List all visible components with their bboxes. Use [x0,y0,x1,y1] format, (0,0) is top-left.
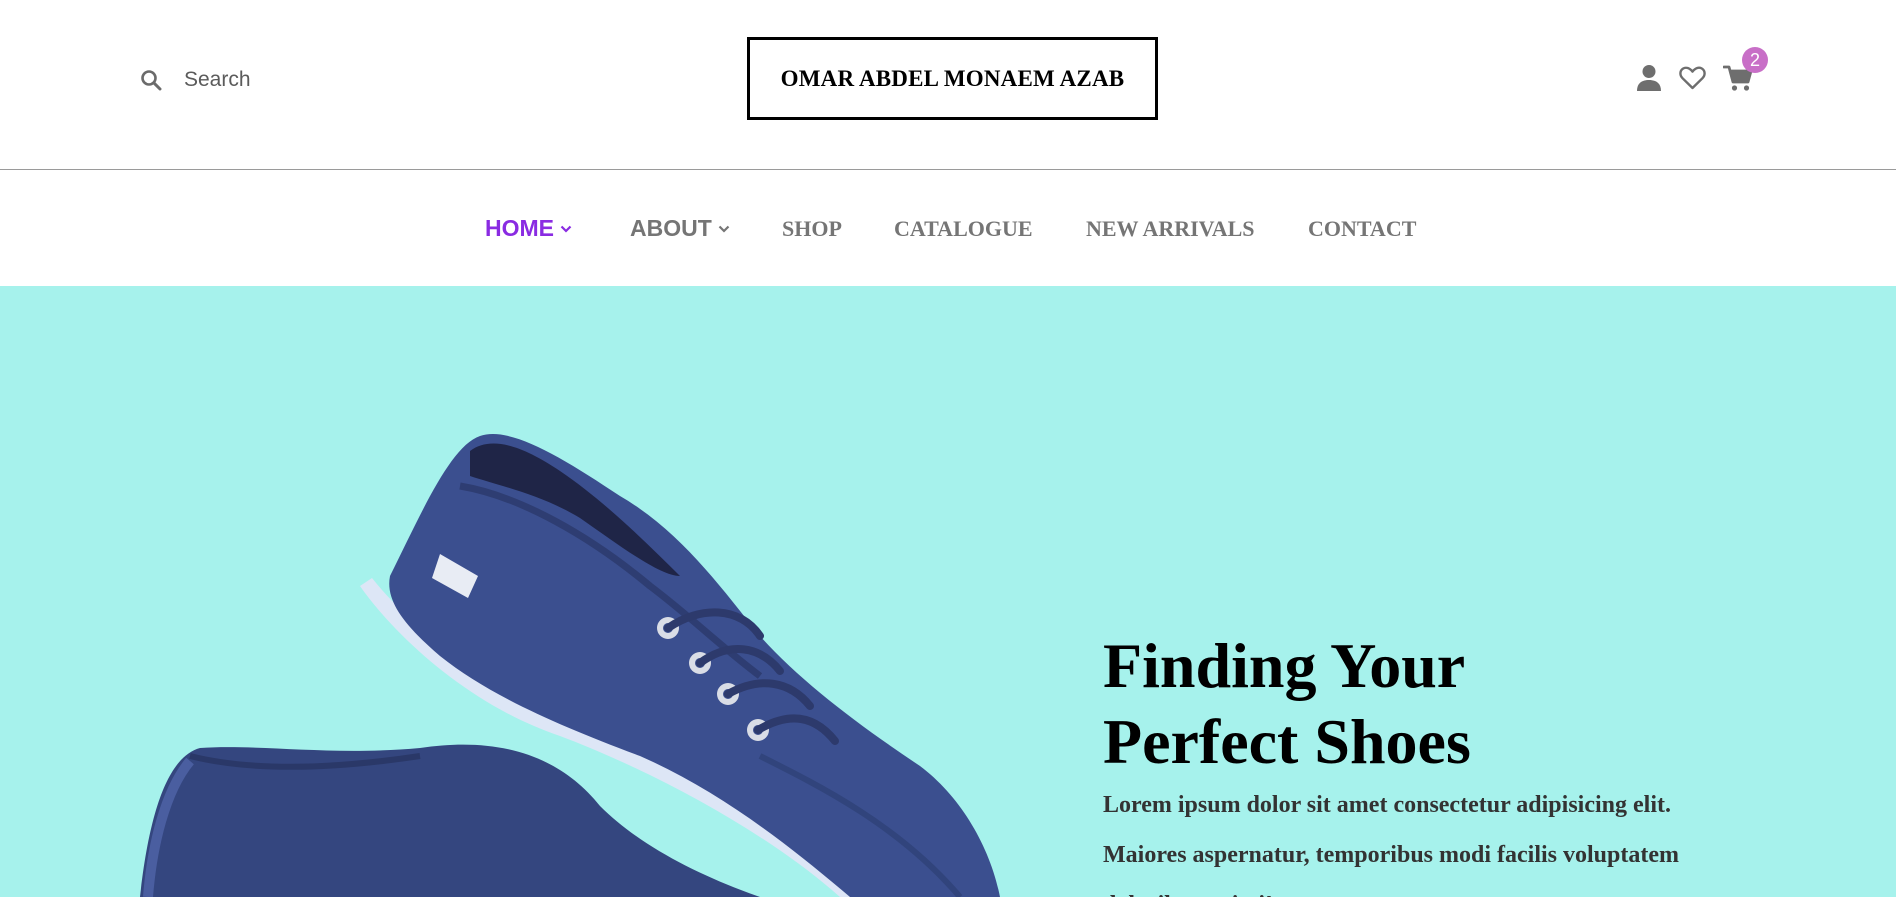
hero-description: Lorem ipsum dolor sit amet consectetur a… [1103,792,1679,897]
site-header: OMAR ABDEL MONAEM AZAB 2 [0,0,1896,170]
logo-text: OMAR ABDEL MONAEM AZAB [780,65,1125,91]
user-icon[interactable] [1636,64,1662,92]
hero-title-line: Perfect Shoes [1103,706,1471,777]
nav-item-contact[interactable]: CONTACT [1308,171,1416,286]
nav-item-label: ABOUT [630,215,712,241]
main-nav: HOME ABOUT SHOP CATALOGUE NEW ARRIVALS C… [0,171,1896,286]
hero-title: Finding Your Perfect Shoes [1103,628,1703,780]
search-bar[interactable] [140,62,444,98]
nav-item-label: CATALOGUE [894,215,1033,241]
heart-icon[interactable] [1679,66,1706,90]
search-icon[interactable] [140,69,162,91]
nav-item-new-arrivals[interactable]: NEW ARRIVALS [1086,171,1255,286]
nav-item-label: HOME [485,215,554,241]
nav-item-about[interactable]: ABOUT [630,171,730,286]
nav-item-label: NEW ARRIVALS [1086,215,1255,241]
chevron-down-icon [718,225,730,233]
header-actions [1636,62,1753,94]
cart-count-badge: 2 [1742,47,1768,73]
site-logo[interactable]: OMAR ABDEL MONAEM AZAB [747,37,1158,120]
search-input[interactable] [184,68,444,92]
nav-item-label: CONTACT [1308,215,1417,241]
hero-shoe-image [140,434,1000,897]
chevron-down-icon [560,225,572,233]
nav-item-home[interactable]: HOME [485,171,572,286]
nav-item-shop[interactable]: SHOP [782,171,842,286]
nav-item-label: SHOP [782,215,842,241]
hero-title-line: Finding Your [1103,630,1466,701]
hero-banner: Finding Your Perfect Shoes Lorem ipsum d… [0,286,1896,897]
nav-item-catalogue[interactable]: CATALOGUE [894,171,1033,286]
